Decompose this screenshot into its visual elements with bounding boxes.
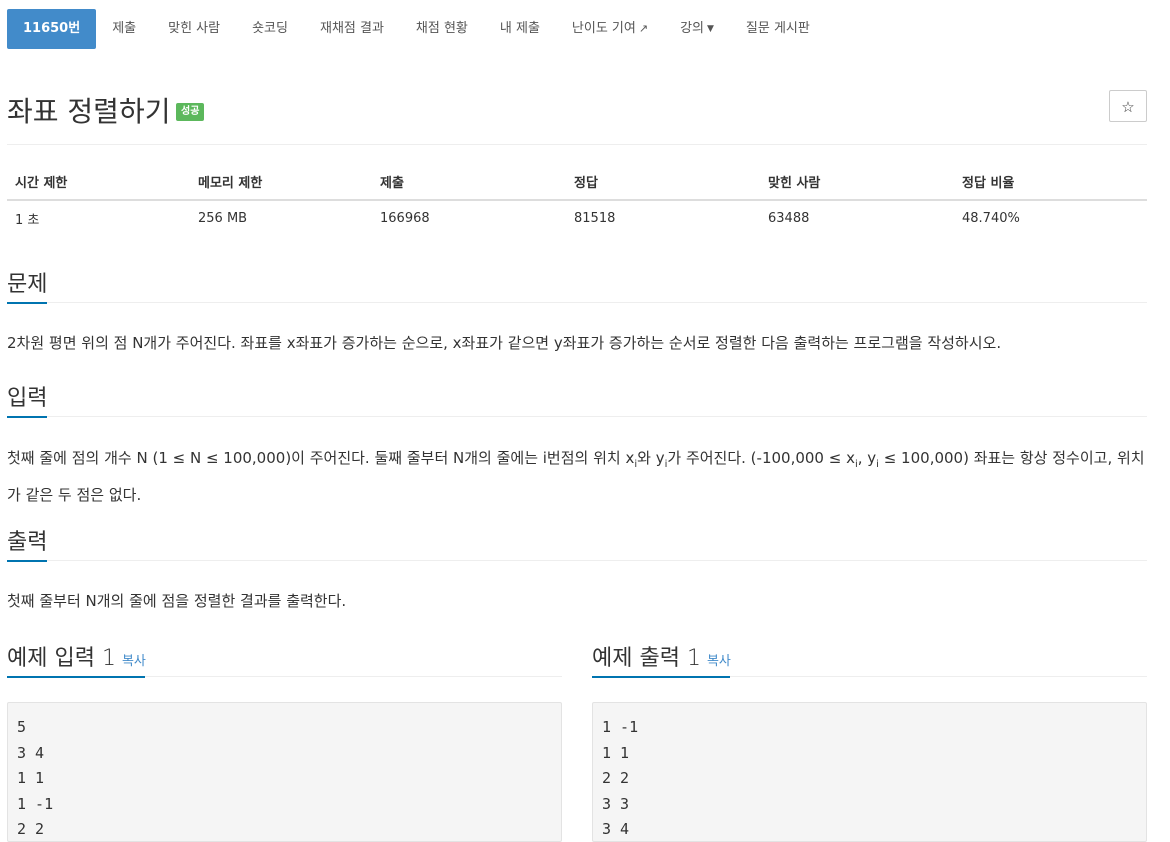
header-time-limit: 시간 제한: [7, 164, 190, 201]
section-underline: [7, 560, 47, 562]
problem-info-table: 시간 제한 메모리 제한 제출 정답 맞힌 사람 정답 비율 1 초 256 M…: [7, 164, 1147, 235]
section-underline: [7, 416, 47, 418]
input-text-part: 첫째 줄에 점의 개수 N (1 ≤ N ≤ 100,000)이 주어진다. 둘…: [7, 449, 635, 467]
nav-label: 맞힌 사람: [168, 21, 221, 36]
input-text-part: 와 y: [637, 449, 665, 467]
nav-label: 11650번: [23, 21, 81, 36]
section-header: 출력: [7, 524, 1147, 562]
nav-my-submissions[interactable]: 내 제출: [484, 9, 556, 49]
caret-down-icon: ▼: [707, 24, 714, 34]
nav-label: 질문 게시판: [745, 21, 810, 36]
nav-status[interactable]: 채점 현황: [400, 9, 484, 49]
input-text: 첫째 줄에 점의 개수 N (1 ≤ N ≤ 100,000)이 주어진다. 둘…: [7, 443, 1147, 510]
sample-input-box[interactable]: 5 3 4 1 1 1 -1 2 2: [7, 702, 562, 842]
problem-title-row: 좌표 정렬하기 성공 ☆: [7, 88, 1147, 128]
title-divider: [7, 144, 1147, 145]
value-memory-limit: 256 MB: [198, 210, 248, 226]
section-header: 예제 입력 1 복사: [7, 640, 562, 678]
external-link-icon: ↗: [638, 22, 649, 35]
nav-label: 숏코딩: [252, 21, 288, 36]
output-section: 출력: [7, 524, 1147, 562]
sample-output-section: 예제 출력 1 복사: [592, 640, 1147, 678]
copy-sample-input-button[interactable]: 복사: [122, 654, 146, 669]
nav-label: 제출: [112, 21, 137, 36]
value-accept-rate: 48.740%: [962, 210, 1020, 226]
table-header-row: 시간 제한 메모리 제한 제출 정답 맞힌 사람 정답 비율: [7, 164, 1147, 201]
header-memory-limit: 메모리 제한: [190, 164, 372, 201]
nav-rejudge-result[interactable]: 재채점 결과: [304, 9, 400, 49]
nav-short-coding[interactable]: 숏코딩: [236, 9, 304, 49]
nav-label: 내 제출: [499, 21, 540, 36]
nav-label: 재채점 결과: [319, 21, 384, 36]
output-text: 첫째 줄부터 N개의 줄에 점을 정렬한 결과를 출력한다.: [7, 592, 347, 610]
table-row: 1 초 256 MB 166968 81518 63488 48.740%: [7, 200, 1147, 235]
problem-title: 좌표 정렬하기: [7, 95, 171, 128]
value-submissions: 166968: [380, 210, 430, 226]
nav-problem-number[interactable]: 11650번: [7, 9, 97, 49]
description-text: 2차원 평면 위의 점 N개가 주어진다. 좌표를 x좌표가 증가하는 순으로,…: [7, 334, 1002, 352]
value-solved-users: 63488: [768, 210, 810, 226]
section-header: 문제: [7, 266, 1147, 304]
header-accept-rate: 정답 비율: [954, 164, 1147, 201]
nav-difficulty-contribution[interactable]: 난이도 기여 ↗: [556, 9, 664, 49]
header-accepted: 정답: [566, 164, 760, 201]
section-header: 예제 출력 1 복사: [592, 640, 1147, 678]
sample-output-box[interactable]: 1 -1 1 1 2 2 3 3 3 4: [592, 702, 1147, 842]
sample-input-title: 예제 입력 1: [7, 646, 116, 671]
nav-submit[interactable]: 제출: [96, 9, 152, 49]
section-title-description: 문제: [7, 272, 48, 297]
nav-question-board[interactable]: 질문 게시판: [730, 9, 826, 49]
nav-lectures-dropdown[interactable]: 강의 ▼: [664, 9, 730, 49]
input-text-part: , y: [857, 449, 877, 467]
section-title-input: 입력: [7, 386, 48, 411]
nav-label: 채점 현황: [415, 21, 468, 36]
sample-output-title: 예제 출력 1: [592, 646, 701, 671]
input-text-part: 가 주어진다. (-100,000 ≤ x: [667, 449, 855, 467]
copy-sample-output-button[interactable]: 복사: [707, 654, 731, 669]
nav-label: 강의: [680, 21, 704, 36]
section-underline: [592, 676, 730, 678]
section-title-wrap: 예제 입력 1 복사: [7, 640, 146, 672]
problem-nav: 11650번 제출 맞힌 사람 숏코딩 재채점 결과 채점 현황 내 제출 난이…: [7, 9, 826, 49]
star-icon: ☆: [1121, 98, 1135, 116]
section-title-wrap: 예제 출력 1 복사: [592, 640, 731, 672]
section-underline: [7, 676, 145, 678]
value-accepted: 81518: [574, 210, 616, 226]
sample-input-section: 예제 입력 1 복사: [7, 640, 562, 678]
section-title-output: 출력: [7, 530, 48, 555]
status-badge: 성공: [176, 103, 205, 121]
input-section: 입력: [7, 380, 1147, 418]
header-submissions: 제출: [372, 164, 566, 201]
favorite-star-button[interactable]: ☆: [1109, 90, 1147, 122]
section-underline: [7, 302, 47, 304]
section-header: 입력: [7, 380, 1147, 418]
description-section: 문제: [7, 266, 1147, 304]
value-time-limit: 1 초: [15, 212, 40, 228]
header-solved-users: 맞힌 사람: [760, 164, 954, 201]
nav-solved-users[interactable]: 맞힌 사람: [152, 9, 236, 49]
nav-label: 난이도 기여: [571, 21, 636, 36]
